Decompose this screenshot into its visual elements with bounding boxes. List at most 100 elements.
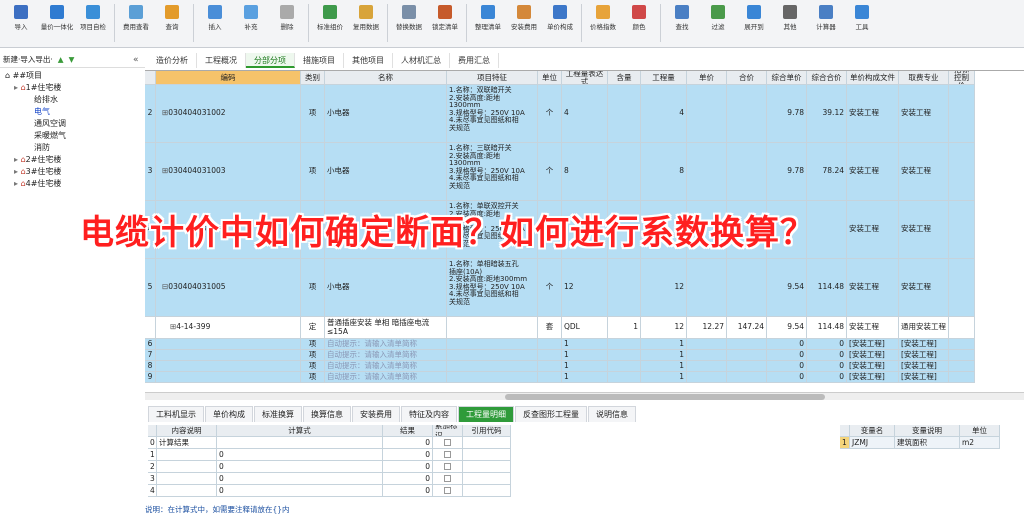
detail-tab-4[interactable]: 安装费用 bbox=[352, 406, 400, 422]
grid-cell-file[interactable]: [安装工程] bbox=[847, 339, 899, 350]
column-header[interactable]: 合价 bbox=[727, 71, 767, 85]
variable-column-header[interactable]: 单位 bbox=[960, 425, 1000, 437]
tab-3[interactable]: 措施项目 bbox=[295, 53, 344, 68]
grid-cell-name[interactable]: 自动提示：请输入清单简称 bbox=[325, 372, 447, 383]
grid-cell-utotal[interactable]: 114.48 bbox=[807, 259, 847, 317]
grid-cell-no[interactable]: 8 bbox=[145, 361, 156, 372]
column-header[interactable]: 综合单价 bbox=[767, 71, 807, 85]
toolbar-button-10[interactable]: 替换数据 bbox=[392, 2, 426, 42]
tree-node-3[interactable]: 电气 bbox=[0, 106, 145, 118]
grid-cell-uprice[interactable]: 9.54 bbox=[767, 259, 807, 317]
detail-cell-formula[interactable]: 0 bbox=[217, 461, 383, 473]
grid-cell-x[interactable] bbox=[949, 259, 975, 317]
grid-cell-x[interactable] bbox=[949, 339, 975, 350]
tab-6[interactable]: 费用汇总 bbox=[450, 53, 499, 68]
grid-cell-code[interactable]: ⊞ 030404031002 bbox=[156, 85, 301, 143]
detail-cell-chk[interactable] bbox=[433, 449, 463, 461]
grid-cell-expr[interactable]: 1 bbox=[562, 372, 608, 383]
detail-cell-ref[interactable] bbox=[463, 449, 511, 461]
detail-cell-formula[interactable]: 0 bbox=[217, 485, 383, 497]
detail-cell-ref[interactable] bbox=[463, 461, 511, 473]
detail-cell-formula[interactable]: 0 bbox=[217, 449, 383, 461]
detail-tab-2[interactable]: 标准换算 bbox=[254, 406, 302, 422]
grid-cell-file[interactable]: 安装工程 bbox=[847, 317, 899, 339]
column-header[interactable]: 取费专业 bbox=[899, 71, 949, 85]
grid-cell-no[interactable]: 3 bbox=[145, 143, 156, 201]
detail-tab-3[interactable]: 换算信息 bbox=[303, 406, 351, 422]
toolbar-button-15[interactable]: 价格指数 bbox=[586, 2, 620, 42]
variable-cell-name[interactable]: JZMJ bbox=[850, 437, 895, 449]
grid-cell-expr[interactable]: 12 bbox=[562, 259, 608, 317]
grid-cell-utotal[interactable]: 0 bbox=[807, 372, 847, 383]
grid-cell-major[interactable]: 安装工程 bbox=[899, 259, 949, 317]
grid-cell-unit[interactable]: 个 bbox=[538, 143, 562, 201]
collapse-panel-icon[interactable]: « bbox=[133, 55, 139, 65]
grid-cell-x[interactable] bbox=[949, 372, 975, 383]
grid-cell-qty[interactable] bbox=[608, 361, 641, 372]
grid-cell-code[interactable]: ⊟ 030404031005 bbox=[156, 259, 301, 317]
grid-cell-amount[interactable]: 12 bbox=[641, 259, 687, 317]
grid-cell-price[interactable] bbox=[687, 339, 727, 350]
grid-cell-no[interactable]: 7 bbox=[145, 350, 156, 361]
grid-cell-major[interactable]: 安装工程 bbox=[899, 85, 949, 143]
tree-node-0[interactable]: ⌂ ##项目 bbox=[0, 70, 145, 82]
tree-node-2[interactable]: 给排水 bbox=[0, 94, 145, 106]
grid-cell-feat[interactable] bbox=[447, 350, 538, 361]
grid-cell-unit[interactable]: 个 bbox=[538, 85, 562, 143]
detail-cell-chk[interactable] bbox=[433, 437, 463, 449]
toolbar-button-3[interactable]: 费用查看 bbox=[119, 2, 153, 42]
variable-cell-desc[interactable]: 建筑面积 bbox=[895, 437, 960, 449]
column-header[interactable]: 招标控制价 bbox=[949, 71, 975, 85]
toolbar-button-9[interactable]: 复用数据 bbox=[349, 2, 383, 42]
detail-cell-result[interactable]: 0 bbox=[383, 449, 433, 461]
grid-cell-amount[interactable]: 1 bbox=[641, 361, 687, 372]
grid-cell-amount[interactable]: 12 bbox=[641, 317, 687, 339]
grid-cell-total[interactable]: 147.24 bbox=[727, 317, 767, 339]
grid-cell-file[interactable]: [安装工程] bbox=[847, 350, 899, 361]
grid-cell-qty[interactable] bbox=[608, 143, 641, 201]
grid-cell-feat[interactable] bbox=[447, 317, 538, 339]
grid-cell-file[interactable]: [安装工程] bbox=[847, 361, 899, 372]
column-header[interactable]: 单价 bbox=[687, 71, 727, 85]
grid-cell-uprice[interactable]: 9.78 bbox=[767, 143, 807, 201]
grid-cell-uprice[interactable]: 0 bbox=[767, 372, 807, 383]
grid-cell-name[interactable]: 小电器 bbox=[325, 85, 447, 143]
accumulate-checkbox[interactable] bbox=[444, 463, 451, 470]
grid-cell-type[interactable]: 项 bbox=[301, 85, 325, 143]
grid-cell-type[interactable]: 项 bbox=[301, 259, 325, 317]
move-up-icon[interactable]: ▲ bbox=[58, 55, 64, 64]
toolbar-button-14[interactable]: 单价构成 bbox=[543, 2, 577, 42]
grid-cell-unit[interactable]: 个 bbox=[538, 259, 562, 317]
grid-cell-total[interactable] bbox=[727, 143, 767, 201]
variable-cell-no[interactable]: 1 bbox=[840, 437, 850, 449]
grid-cell-major[interactable]: 安装工程 bbox=[899, 143, 949, 201]
grid-cell-x[interactable] bbox=[949, 361, 975, 372]
grid-cell-name[interactable]: 小电器 bbox=[325, 143, 447, 201]
grid-cell-name[interactable]: 自动提示：请输入清单简称 bbox=[325, 350, 447, 361]
toolbar-button-19[interactable]: 展开到 bbox=[737, 2, 771, 42]
grid-cell-unit[interactable] bbox=[538, 350, 562, 361]
grid-cell-expr[interactable]: 4 bbox=[562, 85, 608, 143]
detail-row[interactable]: 0 计算结果 0 bbox=[148, 437, 511, 449]
grid-cell-uprice[interactable]: 0 bbox=[767, 350, 807, 361]
grid-cell-total[interactable] bbox=[727, 350, 767, 361]
grid-cell-uprice[interactable]: 0 bbox=[767, 361, 807, 372]
grid-cell-unit[interactable]: 套 bbox=[538, 317, 562, 339]
detail-cell-desc[interactable] bbox=[157, 449, 217, 461]
grid-cell-price[interactable]: 12.27 bbox=[687, 317, 727, 339]
detail-cell-result[interactable]: 0 bbox=[383, 485, 433, 497]
grid-cell-code[interactable]: ⊞ 4-14-399 bbox=[156, 317, 301, 339]
column-header[interactable]: 综合合价 bbox=[807, 71, 847, 85]
grid-row[interactable]: 9 项 自动提示：请输入清单简称 1 1 0 0 [安装工程] [安装工程] bbox=[145, 372, 1024, 383]
detail-column-header[interactable]: 内容说明 bbox=[157, 425, 217, 437]
detail-cell-desc[interactable] bbox=[157, 473, 217, 485]
detail-row[interactable]: 4 0 0 bbox=[148, 485, 511, 497]
tree-node-7[interactable]: ▸ ⌂2#住宅楼 bbox=[0, 154, 145, 166]
grid-cell-utotal[interactable]: 0 bbox=[807, 361, 847, 372]
grid-cell-qty[interactable] bbox=[608, 259, 641, 317]
toolbar-button-17[interactable]: 查找 bbox=[665, 2, 699, 42]
detail-tab-1[interactable]: 单价构成 bbox=[205, 406, 253, 422]
grid-cell-qty[interactable] bbox=[608, 85, 641, 143]
grid-cell-unit[interactable] bbox=[538, 361, 562, 372]
grid-cell-utotal[interactable]: 114.48 bbox=[807, 317, 847, 339]
